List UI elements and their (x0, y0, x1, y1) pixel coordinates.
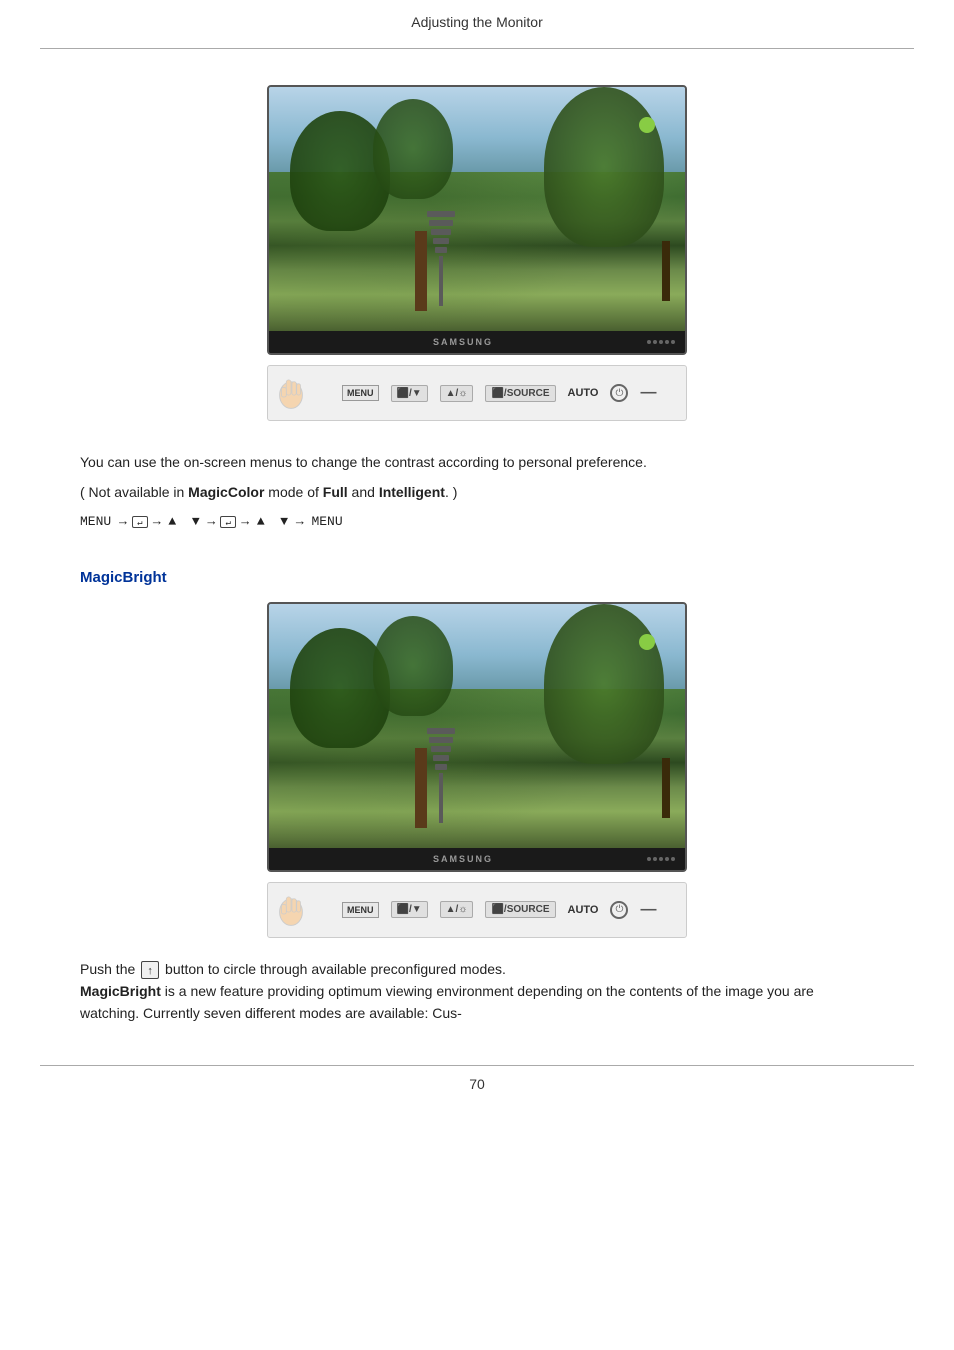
hand-pointer-2 (276, 895, 306, 935)
control-bar-2: MENU ⬛/▼ ▲/☼ ⬛/SOURCE AUTO ⏻ — (267, 882, 687, 938)
ctrl-auto-1[interactable]: AUTO (568, 387, 599, 399)
page-title: Adjusting the Monitor (411, 14, 543, 30)
ctrl-btn2-1[interactable]: ▲/☼ (440, 385, 474, 402)
push-text: Push the ↑ button to circle through avai… (80, 958, 874, 980)
samsung-logo-1: SAMSUNG (279, 337, 647, 347)
ctrl-menu-label-1: MENU (342, 385, 379, 401)
control-bar-wrapper-2: MENU ⬛/▼ ▲/☼ ⬛/SOURCE AUTO ⏻ — (80, 882, 874, 938)
samsung-logo-2: SAMSUNG (279, 854, 647, 864)
ctrl-power-2[interactable]: ⏻ (610, 901, 628, 919)
ctrl-btn3-2[interactable]: ⬛/SOURCE (485, 901, 555, 918)
monitor-image-1: SAMSUNG (80, 85, 874, 355)
monitor-screen-2 (269, 604, 685, 848)
monitor-screen-1 (269, 87, 685, 331)
para2: ( Not available in MagicColor mode of Fu… (80, 481, 874, 503)
monitor-indicators-2 (647, 857, 675, 861)
para1: You can use the on-screen menus to chang… (80, 451, 874, 473)
hand-pointer-1 (276, 378, 306, 418)
enter-icon-2: ↵ (220, 516, 236, 528)
ctrl-power-1[interactable]: ⏻ (610, 384, 628, 402)
ctrl-btn1-2[interactable]: ⬛/▼ (391, 901, 428, 918)
magicbright-heading: MagicBright (80, 569, 874, 586)
monitor-image-2: SAMSUNG (80, 602, 874, 872)
ctrl-btn2-2[interactable]: ▲/☼ (440, 901, 474, 918)
page-header: Adjusting the Monitor (40, 0, 914, 49)
monitor-bottom-bar-1: SAMSUNG (269, 331, 685, 353)
ctrl-minus-2: — (640, 901, 656, 919)
page-number: 70 (0, 1066, 954, 1102)
push-button-icon: ↑ (141, 961, 159, 979)
content-area: SAMSUNG (0, 49, 954, 1045)
desc-text: MagicBright is a new feature providing o… (80, 980, 874, 1025)
control-bar-wrapper-1: MENU ⬛/▼ ▲/☼ ⬛/SOURCE AUTO ⏻ — (80, 365, 874, 421)
monitor-indicators-1 (647, 340, 675, 344)
ctrl-minus-1: — (640, 384, 656, 402)
body-text-section: You can use the on-screen menus to chang… (80, 441, 874, 553)
ctrl-auto-2[interactable]: AUTO (568, 904, 599, 916)
bottom-text-section: Push the ↑ button to circle through avai… (80, 958, 874, 1025)
monitor-frame-2: SAMSUNG (267, 602, 687, 872)
ctrl-btn3-1[interactable]: ⬛/SOURCE (485, 385, 555, 402)
menu-path: MENU → ↵ → ▲ ▼ → ↵ → ▲ ▼ → MENU (80, 512, 874, 533)
monitor-frame-1: SAMSUNG (267, 85, 687, 355)
monitor-bottom-bar-2: SAMSUNG (269, 848, 685, 870)
ctrl-btn1-1[interactable]: ⬛/▼ (391, 385, 428, 402)
ctrl-menu-label-2: MENU (342, 902, 379, 918)
control-bar-1: MENU ⬛/▼ ▲/☼ ⬛/SOURCE AUTO ⏻ — (267, 365, 687, 421)
enter-icon-1: ↵ (132, 516, 148, 528)
